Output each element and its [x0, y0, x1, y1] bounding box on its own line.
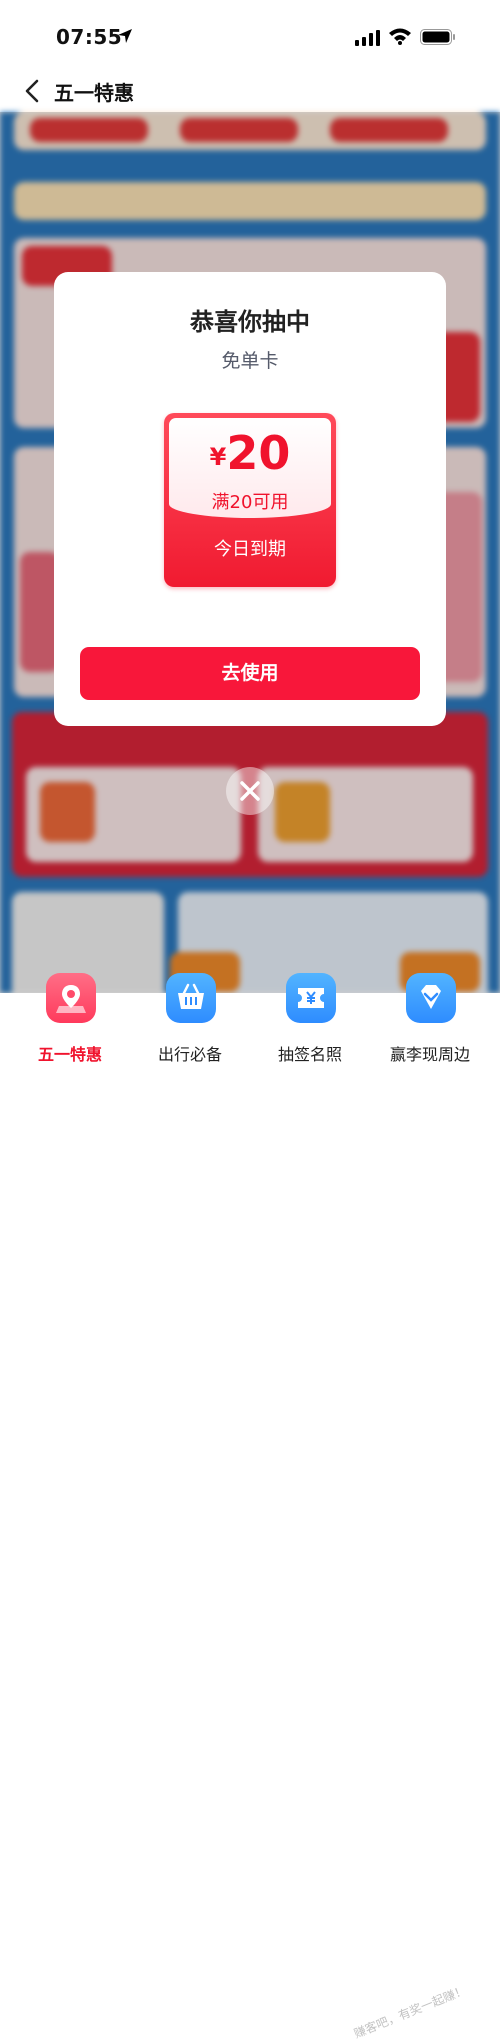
- watermark: 赚客吧，有奖一起赚！: [351, 1982, 469, 2041]
- basket-icon: [166, 973, 216, 1023]
- ticket-icon: [286, 973, 336, 1023]
- map-pin-icon: [46, 973, 96, 1023]
- bottom-tab-bar: 五一特惠 出行必备 抽签名照 赢李现周边 赚客吧，有奖一起赚！: [0, 973, 500, 2041]
- battery-icon: [420, 29, 455, 45]
- tab-label: 五一特惠: [37, 1045, 102, 1064]
- coupon-card: ¥20 满20可用 今日到期: [164, 413, 336, 587]
- location-arrow-icon: [118, 29, 132, 43]
- tab-label: 赢李现周边: [389, 1045, 470, 1064]
- tab-lottery-photo[interactable]: 抽签名照: [250, 973, 370, 1087]
- use-coupon-button[interactable]: 去使用: [80, 647, 420, 700]
- coupon-amount: ¥20: [169, 426, 331, 480]
- cellular-signal-icon: [355, 30, 380, 46]
- wifi-icon: [389, 28, 411, 45]
- back-chevron-icon[interactable]: [18, 76, 48, 106]
- coupon-expiry: 今日到期: [214, 539, 286, 560]
- close-modal-button[interactable]: [226, 767, 274, 815]
- diamond-icon: [406, 973, 456, 1023]
- status-time: 07:55: [56, 25, 123, 49]
- tab-win-merch[interactable]: 赢李现周边: [370, 973, 490, 1087]
- prize-name: 免单卡: [221, 350, 279, 372]
- prize-modal: 恭喜你抽中 免单卡 ¥20 满20可用 今日到期 去使用: [54, 272, 446, 726]
- tab-travel-essentials[interactable]: 出行必备: [130, 973, 250, 1087]
- page-title: 五一特惠: [54, 81, 134, 105]
- navigation-bar: 五一特惠: [0, 70, 500, 112]
- coupon-top: ¥20 满20可用: [169, 418, 331, 518]
- currency-symbol: ¥: [209, 443, 227, 471]
- tab-label: 出行必备: [157, 1045, 222, 1064]
- status-bar: 07:55: [0, 0, 500, 70]
- coupon-condition: 满20可用: [211, 492, 289, 513]
- tab-wuyi-deals[interactable]: 五一特惠: [10, 973, 130, 1087]
- tab-label: 抽签名照: [277, 1045, 342, 1064]
- close-icon: [240, 781, 260, 801]
- modal-title: 恭喜你抽中: [190, 308, 310, 336]
- coupon-value: 20: [226, 426, 291, 480]
